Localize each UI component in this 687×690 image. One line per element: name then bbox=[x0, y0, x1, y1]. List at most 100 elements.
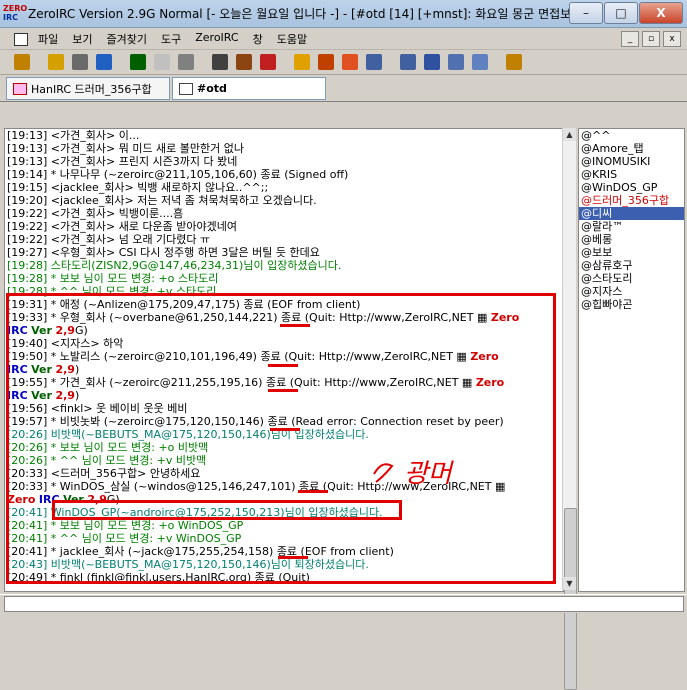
minimize-button[interactable]: – bbox=[569, 2, 603, 24]
mdi-minimize-button[interactable]: _ bbox=[621, 31, 639, 47]
chat-message: <jacklee_회사> 저는 저녁 좀 쳐묵쳐묵하고 오겠습니다. bbox=[47, 194, 317, 207]
nick-item[interactable]: @^^ bbox=[579, 129, 684, 142]
chat-timestamp: [19:27] bbox=[7, 246, 48, 259]
options-icon[interactable] bbox=[72, 54, 88, 70]
nick-item[interactable]: @랄라™ bbox=[579, 220, 684, 233]
chat-timestamp: [19:13] bbox=[7, 155, 48, 168]
annotation-underline bbox=[280, 324, 310, 327]
menu-bar: 파일 보기 즐겨찾기 도구 ZeroIRC 창 도움말 _ ▫ x bbox=[0, 28, 687, 50]
window-title: ZeroIRC Version 2.9G Normal [- 오늘은 월요일 입… bbox=[28, 7, 583, 21]
chat-message: <가견_회사> 프린지 시즌3까지 다 봤네 bbox=[47, 155, 238, 168]
chat-line: [19:13] <가견_회사> 프린지 시즌3까지 다 봤네 bbox=[5, 155, 563, 168]
menu-item-1[interactable]: 보기 bbox=[72, 31, 92, 47]
nick-item[interactable]: @힙빠야곤 bbox=[579, 298, 684, 311]
address-book-icon[interactable] bbox=[236, 54, 252, 70]
document-icon[interactable] bbox=[14, 33, 28, 46]
chat-line: [19:22] <가견_회사> 넘 오래 기다렸다 ㅠ bbox=[5, 233, 563, 246]
chat-timestamp: [19:22] bbox=[7, 220, 48, 233]
nick-item[interactable]: @Amore_탭 bbox=[579, 142, 684, 155]
status-bar bbox=[0, 594, 687, 613]
menu-item-4[interactable]: ZeroIRC bbox=[195, 31, 238, 47]
nick-item[interactable]: @WinDOS_GP bbox=[579, 181, 684, 194]
chat-timestamp: [19:15] bbox=[7, 181, 48, 194]
chat-timestamp: [19:28] bbox=[7, 259, 48, 272]
annotation-underline bbox=[278, 556, 308, 559]
annotation-box-outer bbox=[6, 293, 556, 584]
chat-scrollbar[interactable]: ▲ ▼ bbox=[562, 128, 577, 690]
chat-line: [19:13] <가견_회사> 뭐 미드 새로 볼만한거 없나 bbox=[5, 142, 563, 155]
connect-icon[interactable] bbox=[14, 54, 30, 70]
chat-timestamp: [19:13] bbox=[7, 142, 48, 155]
chat-message: <우형_회사> CSI 다시 정주행 하면 3달은 버틸 듯 한데요 bbox=[47, 246, 320, 259]
nick-item[interactable]: @삼류호구 bbox=[579, 259, 684, 272]
tab-label: #otd bbox=[197, 82, 227, 95]
chat-line: [19:22] <가견_회사> 빅뱅이룬....흠 bbox=[5, 207, 563, 220]
annotation-box-join bbox=[52, 500, 402, 520]
annotation-underline bbox=[268, 364, 298, 367]
toolbar bbox=[0, 50, 687, 75]
zeroirc-logo-icon: ZERO IRC bbox=[3, 4, 28, 22]
nick-item[interactable]: @스타도리 bbox=[579, 272, 684, 285]
chat-message: * 나무나무 (~zeroirc@211,105,106,60) 종료 (Sig… bbox=[47, 168, 349, 181]
menu-item-2[interactable]: 즐겨찾기 bbox=[107, 31, 147, 47]
nick-item[interactable]: @드러머_356구합 bbox=[579, 194, 684, 207]
title-bar: ZERO IRC ZeroIRC Version 2.9G Normal [- … bbox=[0, 0, 687, 28]
chat-message: 스타도리(ZISN2,9G@147,46,234,31)님이 입장하셨습니다. bbox=[47, 259, 342, 272]
tab-server-hanirc[interactable]: HanIRC 드러머_356구합 bbox=[6, 77, 170, 100]
message-input[interactable] bbox=[4, 596, 684, 612]
scroll-down-icon[interactable]: ▼ bbox=[563, 577, 576, 590]
close-button[interactable]: X bbox=[639, 2, 683, 24]
script-icon[interactable] bbox=[294, 54, 310, 70]
chat-message: <가견_회사> 새로 다운좀 받아야겠네여 bbox=[47, 220, 238, 233]
stop-icon[interactable] bbox=[154, 54, 170, 70]
chat-line: [19:13] <가견_회사> 이... bbox=[5, 129, 563, 142]
menu-item-6[interactable]: 도움말 bbox=[277, 31, 307, 47]
menu-item-5[interactable]: 창 bbox=[253, 31, 263, 47]
menu-item-3[interactable]: 도구 bbox=[161, 31, 181, 47]
chat-timestamp: [19:20] bbox=[7, 194, 48, 207]
timer-icon[interactable] bbox=[212, 54, 228, 70]
nick-item[interactable]: @INOMUSIKI bbox=[579, 155, 684, 168]
chat-line: [19:28] * 보보 님이 모드 변경: +o 스타도리 bbox=[5, 272, 563, 285]
handwritten-text: 광머 bbox=[404, 459, 455, 489]
annotation-underline bbox=[270, 428, 300, 431]
mdi-restore-button[interactable]: ▫ bbox=[642, 31, 660, 47]
help-icon[interactable] bbox=[506, 54, 522, 70]
chat-line: [19:28] 스타도리(ZISN2,9G@147,46,234,31)님이 입… bbox=[5, 259, 563, 272]
chat-message: * 보보 님이 모드 변경: +o 스타도리 bbox=[47, 272, 219, 285]
color-icon[interactable] bbox=[260, 54, 276, 70]
tab-channel-otd[interactable]: #otd bbox=[172, 77, 326, 100]
chat-message: <가견_회사> 넘 오래 기다렸다 ㅠ bbox=[47, 233, 211, 246]
log-icon[interactable] bbox=[448, 54, 464, 70]
url-icon[interactable] bbox=[424, 54, 440, 70]
notify-icon[interactable] bbox=[178, 54, 194, 70]
cascade-icon[interactable] bbox=[366, 54, 382, 70]
dcc-icon[interactable] bbox=[318, 54, 334, 70]
chat-line: [19:15] <jacklee_회사> 빅뱅 새로하지 않나요..^^;; bbox=[5, 181, 563, 194]
nick-item[interactable]: @KRIS bbox=[579, 168, 684, 181]
tile-icon[interactable] bbox=[400, 54, 416, 70]
chat-message: <가견_회사> 이... bbox=[47, 129, 140, 142]
disconnect-icon[interactable] bbox=[48, 54, 64, 70]
nick-list[interactable]: @^^ @Amore_탭 @INOMUSIKI @KRIS @WinDOS_GP @드러머… bbox=[578, 128, 685, 592]
window-tab-bar: HanIRC 드러머_356구합 #otd bbox=[0, 75, 687, 102]
nick-item[interactable]: @지자스 bbox=[579, 285, 684, 298]
nick-item[interactable]: @보보 bbox=[579, 246, 684, 259]
dcc-chat-icon[interactable] bbox=[342, 54, 358, 70]
annotation-underline bbox=[268, 389, 298, 392]
layout-icon[interactable] bbox=[472, 54, 488, 70]
scroll-up-icon[interactable]: ▲ bbox=[563, 128, 576, 141]
menu-item-0[interactable]: 파일 bbox=[38, 31, 58, 47]
chat-line: [19:20] <jacklee_회사> 저는 저녁 좀 쳐묵쳐묵하고 오겠습니… bbox=[5, 194, 563, 207]
mdi-close-button[interactable]: x bbox=[663, 31, 681, 47]
chat-timestamp: [19:22] bbox=[7, 233, 48, 246]
channel-list-icon[interactable] bbox=[130, 54, 146, 70]
nick-item[interactable]: @베롱 bbox=[579, 233, 684, 246]
nick-item[interactable]: @디씨 bbox=[579, 207, 684, 220]
maximize-button[interactable]: □ bbox=[604, 2, 638, 24]
chat-message: <jacklee_회사> 빅뱅 새로하지 않나요..^^;; bbox=[47, 181, 269, 194]
tab-label: HanIRC 드러머_356구합 bbox=[31, 82, 152, 96]
favorites-icon[interactable] bbox=[96, 54, 112, 70]
chat-message: <가견_회사> 뭐 미드 새로 볼만한거 없나 bbox=[47, 142, 245, 155]
chat-message: <가견_회사> 빅뱅이룬....흠 bbox=[47, 207, 184, 220]
